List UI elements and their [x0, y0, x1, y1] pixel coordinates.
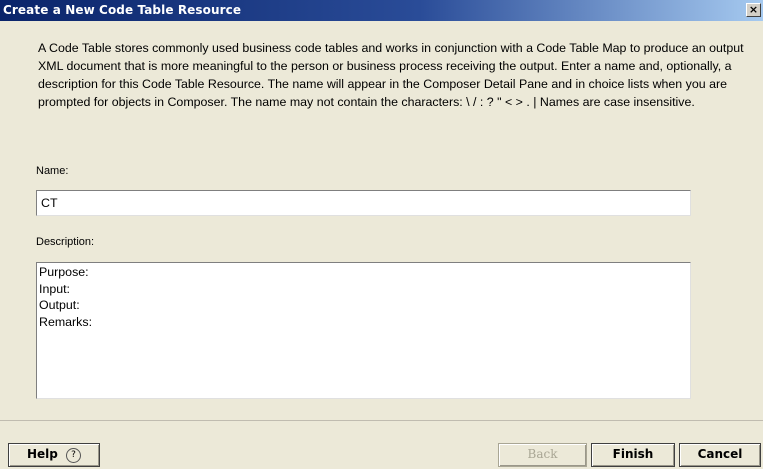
help-button[interactable]: Help ? — [8, 443, 100, 467]
cancel-button[interactable]: Cancel — [679, 443, 761, 467]
intro-text: A Code Table stores commonly used busine… — [38, 41, 744, 109]
title-bar[interactable]: Create a New Code Table Resource × — [0, 0, 763, 21]
description-field[interactable]: Purpose: Input: Output: Remarks: — [36, 262, 691, 399]
name-label: Name: — [36, 165, 69, 177]
back-button[interactable]: Back — [498, 443, 587, 467]
create-code-table-dialog: Create a New Code Table Resource × A Cod… — [0, 0, 763, 469]
help-icon: ? — [66, 448, 82, 463]
finish-button[interactable]: Finish — [591, 443, 675, 467]
name-field[interactable] — [36, 190, 691, 216]
dialog-title: Create a New Code Table Resource — [3, 3, 242, 17]
close-button[interactable]: × — [746, 3, 761, 17]
close-icon: × — [748, 3, 759, 16]
description-label: Description: — [36, 236, 95, 248]
help-button-label: Help — [26, 447, 58, 461]
